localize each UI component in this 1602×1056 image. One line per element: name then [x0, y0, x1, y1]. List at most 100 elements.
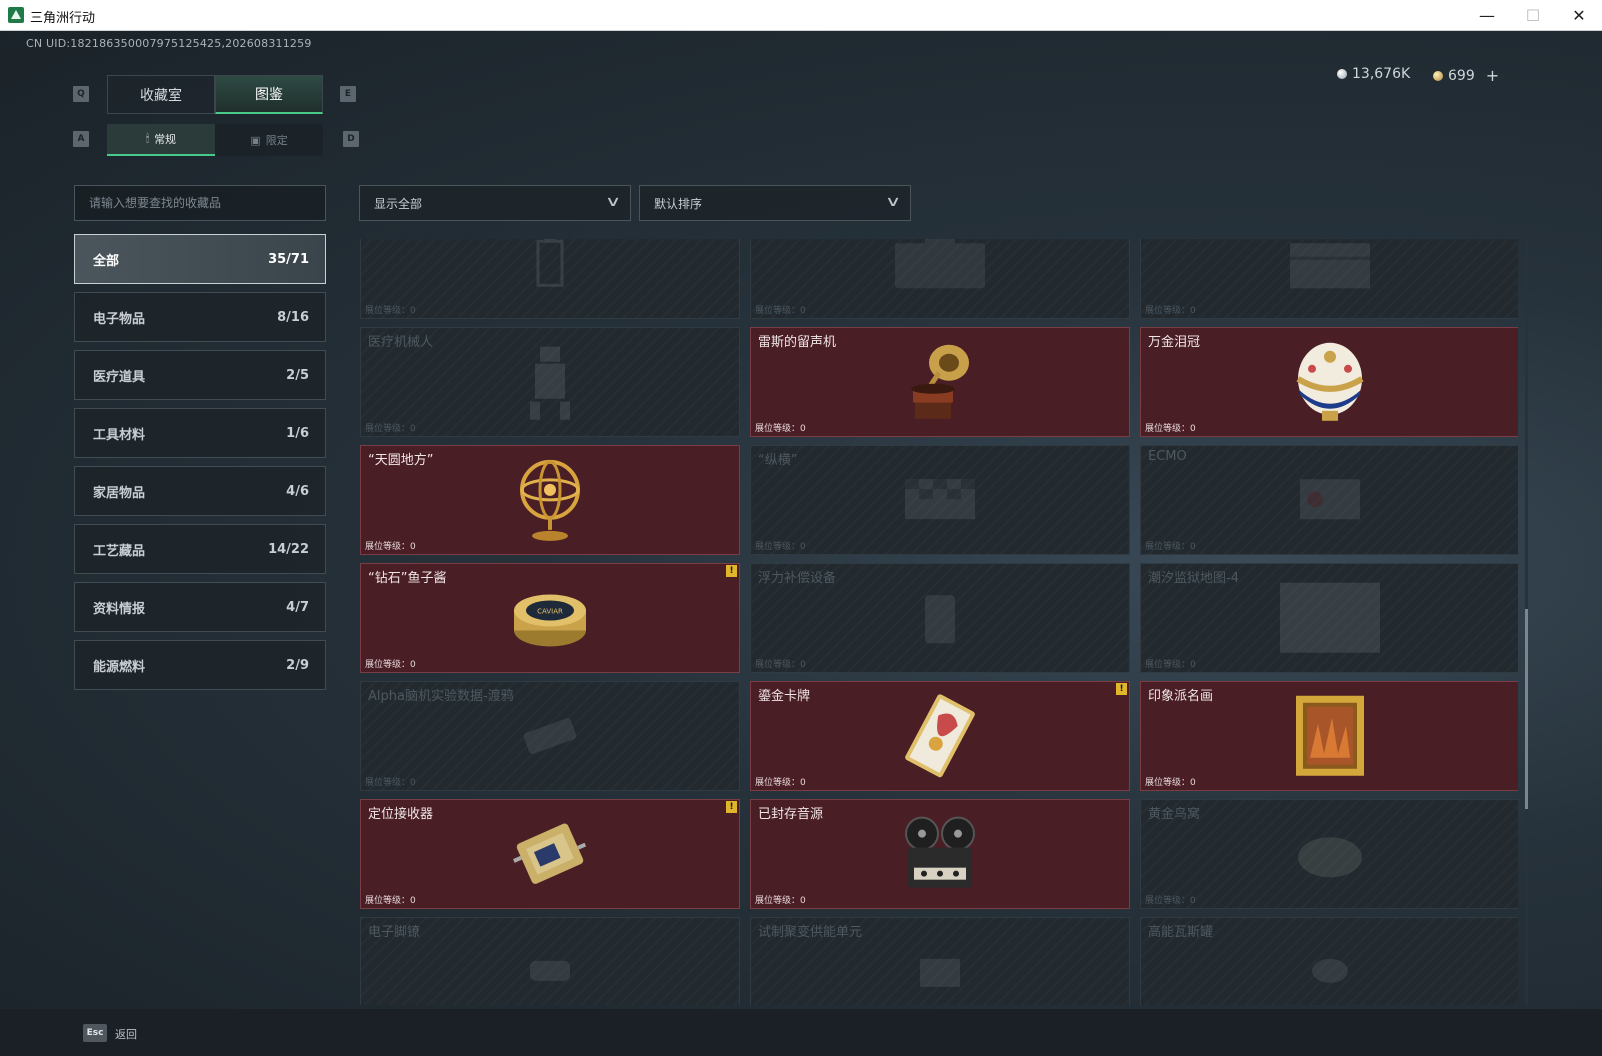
- collection-card[interactable]: CAVIAR “钻石”鱼子酱 展位等级：0!: [360, 563, 740, 673]
- category-household[interactable]: 家居物品 4/6: [74, 466, 326, 516]
- category-medical[interactable]: 医疗道具 2/5: [74, 350, 326, 400]
- grid-scrollbar[interactable]: [1525, 239, 1528, 1005]
- category-label: 工具材料: [93, 427, 146, 443]
- chessboard-icon: [900, 474, 980, 528]
- collection-card[interactable]: “天圆地方” 展位等级：0: [360, 445, 740, 555]
- sort-dropdown[interactable]: 默认排序 ∨: [639, 185, 911, 221]
- chevron-down-icon: ∨: [884, 194, 902, 210]
- collection-card[interactable]: 定位接收器 展位等级：0!: [360, 799, 740, 909]
- framed-painting-icon: [1294, 694, 1366, 782]
- display-filter-dropdown[interactable]: 显示全部 ∨: [359, 185, 631, 221]
- card-level: 展位等级：0: [365, 306, 416, 316]
- bcd-vest-icon: [915, 587, 965, 651]
- card-name: 电子脚镣: [368, 925, 421, 940]
- card-name: 已封存音源: [758, 807, 824, 822]
- card-name: 黄金鸟窝: [1148, 807, 1201, 822]
- category-label: 资料情报: [93, 601, 146, 617]
- collection-card[interactable]: 雷斯的留声机 展位等级：0: [750, 327, 1130, 437]
- category-fuel[interactable]: 能源燃料 2/9: [74, 640, 326, 690]
- card-name: 潮汐监狱地图-4: [1148, 571, 1239, 586]
- map-icon: [1275, 578, 1385, 662]
- key-a-hint: A: [73, 131, 89, 147]
- new-badge: !: [1116, 683, 1127, 695]
- card-name: Alpha脑机实验数据-渡鸦: [368, 689, 514, 704]
- card-name: 印象派名画: [1148, 689, 1214, 704]
- category-tools[interactable]: 工具材料 1/6: [74, 408, 326, 458]
- new-badge: !: [726, 801, 737, 813]
- card-level: 展位等级：0: [1145, 660, 1196, 670]
- collection-card[interactable]: 医疗机械人展位等级：0: [360, 327, 740, 437]
- category-count: 35/71: [268, 251, 309, 267]
- gramophone-icon: [905, 339, 975, 429]
- collection-card[interactable]: 高能瓦斯罐展位等级：0: [1140, 917, 1518, 1005]
- bottom-bar: [0, 1009, 1602, 1056]
- collection-card[interactable]: 万金泪冠 展位等级：0: [1140, 327, 1518, 437]
- new-badge: !: [726, 565, 737, 577]
- tab-catalog[interactable]: 图鉴: [215, 75, 323, 114]
- scrollbar-thumb[interactable]: [1525, 609, 1528, 809]
- card-name: 医疗机械人: [368, 335, 434, 350]
- card-level: 展位等级：0: [1145, 778, 1196, 788]
- maximize-button[interactable]: ☐: [1510, 0, 1556, 31]
- category-crafts[interactable]: 工艺藏品 14/22: [74, 524, 326, 574]
- category-all[interactable]: 全部 35/71: [74, 234, 326, 284]
- card-level: 展位等级：0: [365, 778, 416, 788]
- collection-card[interactable]: 电子脚镣展位等级：0: [360, 917, 740, 1005]
- key-e-hint: E: [340, 86, 356, 102]
- card-level: 展位等级：0: [755, 306, 806, 316]
- collection-card[interactable]: 试制聚变供能单元展位等级：0: [750, 917, 1130, 1005]
- subtab-limited[interactable]: ▣ 限定: [215, 124, 323, 156]
- minimize-button[interactable]: —: [1464, 0, 1510, 31]
- category-intel[interactable]: 资料情报 4/7: [74, 582, 326, 632]
- gilded-card-icon: [905, 693, 975, 783]
- collection-card[interactable]: ECMO 展位等级：0: [1140, 445, 1518, 555]
- card-name: ECMO: [1148, 449, 1187, 464]
- subtab-regular[interactable]: 🕯 常规: [107, 124, 215, 156]
- jeweled-egg-icon: [1292, 339, 1368, 429]
- collection-card[interactable]: 浮力补偿设备 展位等级：0: [750, 563, 1130, 673]
- card-level: 展位等级：0: [365, 542, 416, 552]
- silver-amount: 13,676K: [1352, 66, 1411, 82]
- collection-card[interactable]: 展位等级：0: [750, 239, 1130, 319]
- category-count: 2/5: [286, 367, 309, 383]
- silver-coin-icon: [1337, 69, 1347, 79]
- collection-card[interactable]: 潮汐监狱地图-4 展位等级：0: [1140, 563, 1518, 673]
- subtab-limited-label: 限定: [265, 134, 288, 147]
- sort-value: 默认排序: [654, 196, 703, 211]
- chevron-down-icon: ∨: [604, 194, 622, 210]
- card-level: 展位等级：0: [365, 424, 416, 434]
- collection-card[interactable]: “纵横” 展位等级：0: [750, 445, 1130, 555]
- esc-key-hint[interactable]: Esc: [83, 1024, 107, 1042]
- collection-card[interactable]: Alpha脑机实验数据-渡鸦展位等级：0: [360, 681, 740, 791]
- subtab-regular-label: 常规: [154, 133, 177, 146]
- key-q-hint: Q: [73, 86, 89, 102]
- category-count: 4/6: [286, 483, 309, 499]
- app-logo-icon: [8, 7, 24, 23]
- collection-card[interactable]: 已封存音源 展位等级：0: [750, 799, 1130, 909]
- chest-icon: [1285, 239, 1375, 297]
- collection-card[interactable]: 展位等级：0: [1140, 239, 1518, 319]
- back-label[interactable]: 返回: [115, 1026, 137, 1042]
- category-label: 家居物品: [93, 485, 146, 501]
- category-count: 2/9: [286, 657, 309, 673]
- tab-collection-room[interactable]: 收藏室: [107, 75, 215, 114]
- close-button[interactable]: ✕: [1556, 0, 1602, 31]
- gas-canister-icon: [1305, 951, 1355, 995]
- category-electronics[interactable]: 电子物品 8/16: [74, 292, 326, 342]
- search-input[interactable]: [74, 185, 326, 221]
- armillary-sphere-icon: [515, 456, 585, 548]
- card-name: 鎏金卡牌: [758, 689, 811, 704]
- collection-card[interactable]: 印象派名画展位等级：0: [1140, 681, 1518, 791]
- card-level: 展位等级：0: [755, 660, 806, 670]
- card-name: “钻石”鱼子酱: [368, 571, 447, 586]
- category-label: 能源燃料: [93, 659, 146, 675]
- gps-receiver-icon: [510, 814, 590, 898]
- add-currency-button[interactable]: +: [1486, 66, 1499, 85]
- collection-card[interactable]: 黄金鸟窝 展位等级：0: [1140, 799, 1518, 909]
- gallery-icon: ▣: [250, 133, 261, 147]
- collection-card[interactable]: 展位等级：0: [360, 239, 740, 319]
- case-icon: [890, 239, 990, 297]
- category-label: 工艺藏品: [93, 543, 146, 559]
- collection-card[interactable]: 鎏金卡牌展位等级：0!: [750, 681, 1130, 791]
- card-level: 展位等级：0: [755, 778, 806, 788]
